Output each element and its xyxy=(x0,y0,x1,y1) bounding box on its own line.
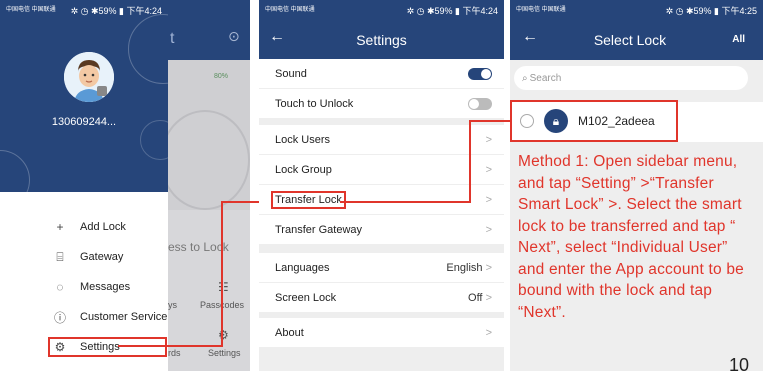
connector-line xyxy=(340,201,471,203)
background-rds: rds xyxy=(168,348,181,358)
settings-row-lock-group[interactable]: Lock Group > xyxy=(259,155,504,185)
page-title: Settings xyxy=(356,32,407,48)
plus-icon: + xyxy=(56,220,64,234)
connector-line xyxy=(118,345,223,347)
row-label: Transfer Lock xyxy=(271,190,346,209)
connector-line xyxy=(469,120,512,122)
toggle-knob xyxy=(469,98,479,109)
sidebar-item-settings[interactable]: ⚙ Settings xyxy=(48,337,168,357)
settings-row-screen-lock[interactable]: Screen Lock Off > xyxy=(259,283,504,313)
gateway-icon: ⌸ xyxy=(56,249,64,264)
row-value: Off xyxy=(468,291,483,304)
row-label: Screen Lock xyxy=(275,291,337,304)
toggle-knob xyxy=(481,68,491,79)
sidebar-item-label: Customer Service xyxy=(80,311,168,323)
message-icon: ◌ xyxy=(56,280,64,294)
chevron-right-icon: > xyxy=(485,163,492,176)
carrier-label: 中国电信 中国联通 xyxy=(516,6,566,13)
settings-row-lock-users[interactable]: Lock Users > xyxy=(259,125,504,155)
gear-icon: ⚙ xyxy=(54,340,66,354)
sidebar-item-add-lock[interactable]: + Add Lock xyxy=(52,212,167,242)
settings-row-transfer-gateway[interactable]: Transfer Gateway > xyxy=(259,215,504,245)
drawer-header: 130609244... xyxy=(0,0,168,192)
search-placeholder: Search xyxy=(529,72,562,84)
chevron-right-icon: > xyxy=(485,261,492,274)
status-bar: 中国电信 中国联通 ✲ ◷ ✱59% ▮ 下午4:24 xyxy=(0,0,168,20)
avatar[interactable] xyxy=(64,52,114,102)
sidebar-item-gateway[interactable]: ⌸ Gateway xyxy=(52,242,167,272)
row-label: Lock Users xyxy=(275,133,331,146)
sidebar-item-label: Settings xyxy=(80,341,120,353)
search-icon: ⌕ xyxy=(522,72,528,84)
background-battery: 80% xyxy=(214,73,229,80)
avatar-icon xyxy=(64,52,114,102)
row-label: Transfer Gateway xyxy=(275,223,363,236)
settings-row-sound[interactable]: Sound xyxy=(259,59,504,89)
touch-unlock-toggle[interactable] xyxy=(468,97,492,110)
row-label: Touch to Unlock xyxy=(275,97,354,110)
lock-list-item[interactable]: 🔒︎ M102_2adeea xyxy=(510,100,678,142)
instruction-text: Method 1: Open sidebar menu, and tap “Se… xyxy=(518,153,744,321)
carrier-label: 中国电信 中国联通 xyxy=(6,6,56,13)
background-add-icon: ⊙ xyxy=(228,28,240,44)
status-right: ✲ ◷ ✱59% ▮ 下午4:24 xyxy=(70,5,162,16)
chevron-right-icon: > xyxy=(485,193,492,206)
search-input[interactable]: ⌕ Search xyxy=(514,66,748,90)
row-label: Languages xyxy=(275,261,330,274)
sidebar-menu: + Add Lock ⌸ Gateway ◌ Messages ⓘ Custom… xyxy=(48,212,168,357)
sound-toggle[interactable] xyxy=(468,67,492,80)
status-bar: 中国电信 中国联通 ✲ ◷ ✱59% ▮ 下午4:25 xyxy=(510,0,763,20)
decor-circle xyxy=(128,14,168,84)
background-title-fragment: t xyxy=(170,30,175,47)
page-number: 10 xyxy=(729,355,750,371)
chevron-right-icon: > xyxy=(485,133,492,146)
select-lock-screen: ← Select Lock All 中国电信 中国联通 ✲ ◷ ✱59% ▮ 下… xyxy=(510,0,763,371)
background-settings: Settings xyxy=(208,348,241,358)
status-right: ✲ ◷ ✱59% ▮ 下午4:24 xyxy=(406,5,498,16)
settings-row-about[interactable]: About > xyxy=(259,318,504,348)
chevron-right-icon: > xyxy=(485,291,492,304)
connector-line xyxy=(469,120,471,203)
settings-icon: ⚙ xyxy=(218,328,229,342)
background-unlock-ring xyxy=(160,110,250,210)
info-icon: ⓘ xyxy=(53,310,66,325)
lock-name: M102_2adeea xyxy=(578,114,655,128)
row-label: Sound xyxy=(275,67,307,80)
chevron-right-icon: > xyxy=(485,223,492,236)
background-ys: ys xyxy=(168,300,177,310)
settings-row-languages[interactable]: Languages English > xyxy=(259,253,504,283)
sidebar-item-customer-service[interactable]: ⓘ Customer Service xyxy=(52,302,167,332)
account-phone: 130609244... xyxy=(51,116,117,128)
row-label: Lock Group xyxy=(275,163,332,176)
passcodes-icon: ☷ xyxy=(218,280,229,294)
connector-line xyxy=(221,201,223,347)
settings-row-transfer-lock[interactable]: Transfer Lock > xyxy=(259,185,504,215)
sidebar-item-label: Add Lock xyxy=(80,221,126,233)
sidebar-item-label: Messages xyxy=(80,281,131,293)
row-label: About xyxy=(275,326,304,339)
status-bar: 中国电信 中国联通 ✲ ◷ ✱59% ▮ 下午4:24 xyxy=(259,0,504,20)
row-value: English xyxy=(446,261,483,274)
status-right: ✲ ◷ ✱59% ▮ 下午4:25 xyxy=(665,5,757,16)
carrier-label: 中国电信 中国联通 xyxy=(265,6,315,13)
page-title: Select Lock xyxy=(593,32,667,48)
radio-button[interactable] xyxy=(520,114,534,128)
settings-screen: ← Settings 中国电信 中国联通 ✲ ◷ ✱59% ▮ 下午4:24 S… xyxy=(259,0,504,371)
settings-row-touch-unlock[interactable]: Touch to Unlock xyxy=(259,89,504,119)
background-lock-text: ess to Lock xyxy=(168,240,229,254)
sidebar-screen: t ⊙ 80% ess to Lock ☷ ys Passcodes ⚙ rds… xyxy=(0,0,250,371)
sidebar-item-label: Gateway xyxy=(80,251,124,263)
decor-circle xyxy=(0,150,30,192)
lock-icon: 🔒︎ xyxy=(544,109,568,133)
chevron-right-icon: > xyxy=(485,326,492,339)
sidebar-item-messages[interactable]: ◌ Messages xyxy=(52,272,167,302)
select-all-button[interactable]: All xyxy=(732,34,745,45)
sidebar-drawer: 130609244... 中国电信 中国联通 ✲ ◷ ✱59% ▮ 下午4:24… xyxy=(0,0,168,371)
